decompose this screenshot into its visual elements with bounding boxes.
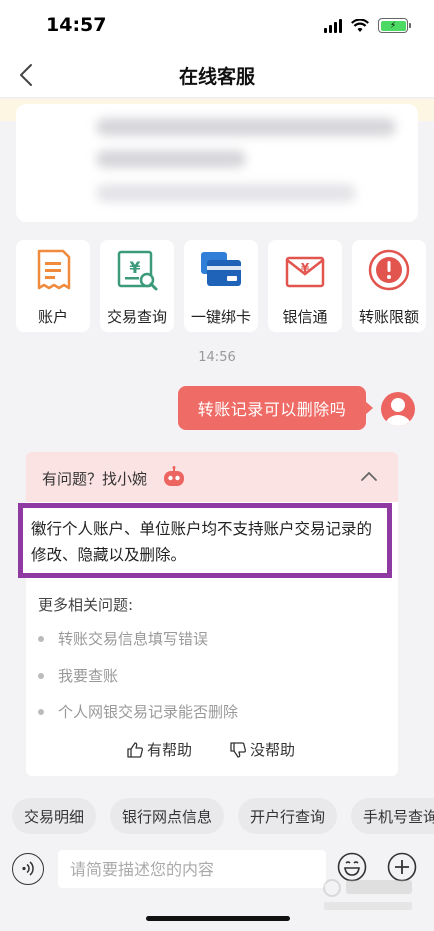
related-question-item[interactable]: 我要查账 <box>38 665 118 686</box>
chevron-up-icon[interactable] <box>360 470 378 482</box>
quick-entry-label: 一键绑卡 <box>190 308 251 326</box>
helpful-label: 有帮助 <box>147 741 193 759</box>
status-icons: ⚡ <box>324 18 411 33</box>
avatar[interactable] <box>381 392 415 426</box>
battery-icon: ⚡ <box>378 18 411 33</box>
transfer-limit-icon <box>368 249 410 291</box>
voice-icon <box>22 861 34 876</box>
quick-entry-row: 账户 ¥ 交易查询 一键绑卡 ¥ 银信通 转账限额 <box>16 240 434 332</box>
answer-header-title: 有问题？找小婉 <box>42 470 148 488</box>
quick-entry-bind-card[interactable]: 一键绑卡 <box>184 240 258 332</box>
bind-card-icon <box>201 252 241 286</box>
thumbs-down-icon <box>230 741 247 758</box>
user-message-bubble: 转账记录可以删除吗 <box>178 386 373 430</box>
chat-timestamp: 14:56 <box>198 350 236 365</box>
related-questions-title: 更多相关问题: <box>38 596 134 614</box>
nav-bar: 在线客服 <box>0 52 434 98</box>
related-question-item[interactable]: 转账交易信息填写错误 <box>38 628 208 649</box>
related-question-text: 我要查账 <box>58 667 119 685</box>
robot-icon <box>164 466 184 486</box>
chip-bank-query[interactable]: 开户行查询 <box>238 798 338 834</box>
status-bar: 14:57 ⚡ <box>0 0 434 52</box>
quick-entry-transaction-query[interactable]: ¥ 交易查询 <box>100 240 174 332</box>
bullet-dot <box>38 672 44 679</box>
chip-transaction-detail[interactable]: 交易明细 <box>12 798 97 834</box>
quick-entry-label: 转账限额 <box>358 308 419 326</box>
bank-message-icon: ¥ <box>285 256 325 288</box>
status-time: 14:57 <box>46 14 107 36</box>
related-question-text: 个人网银交易记录能否删除 <box>58 703 239 721</box>
answer-text: 徽行个人账户、单位账户均不支持账户交易记录的修改、隐藏以及删除。 <box>18 503 392 578</box>
quick-entry-label: 银信通 <box>282 308 328 326</box>
watermark-logo-icon <box>323 879 412 910</box>
related-question-text: 转账交易信息填写错误 <box>58 630 209 648</box>
chip-phone-query[interactable]: 手机号查询 <box>351 798 434 834</box>
related-question-item[interactable]: 个人网银交易记录能否删除 <box>38 701 238 722</box>
user-avatar-icon <box>385 398 411 426</box>
svg-text:¥: ¥ <box>129 258 140 277</box>
signal-icon <box>324 18 342 33</box>
not-helpful-label: 没帮助 <box>250 741 296 759</box>
voice-button[interactable] <box>12 853 44 885</box>
quick-entry-label: 交易查询 <box>106 308 167 326</box>
svg-text:¥: ¥ <box>301 261 310 275</box>
answer-header[interactable]: 有问题？找小婉 <box>26 452 398 502</box>
quick-entry-account[interactable]: 账户 <box>16 240 90 332</box>
wifi-icon <box>351 18 369 32</box>
bullet-dot <box>38 708 44 715</box>
quick-entry-bank-message[interactable]: ¥ 银信通 <box>268 240 342 332</box>
message-input[interactable] <box>58 850 326 888</box>
not-helpful-button[interactable]: 没帮助 <box>229 739 295 760</box>
home-indicator <box>146 916 290 921</box>
quick-question-chips: 交易明细 银行网点信息 开户行查询 手机号查询 <box>12 798 434 834</box>
account-doc-icon <box>37 249 71 290</box>
blurred-banner <box>16 104 418 222</box>
transaction-search-icon: ¥ <box>117 250 158 291</box>
quick-entry-transfer-limit[interactable]: 转账限额 <box>352 240 426 332</box>
quick-entry-label: 账户 <box>37 308 68 326</box>
thumbs-up-icon <box>127 741 144 758</box>
bullet-dot <box>38 635 44 642</box>
chip-branch-info[interactable]: 银行网点信息 <box>110 798 225 834</box>
page-title: 在线客服 <box>178 66 255 88</box>
helpful-button[interactable]: 有帮助 <box>126 739 192 760</box>
